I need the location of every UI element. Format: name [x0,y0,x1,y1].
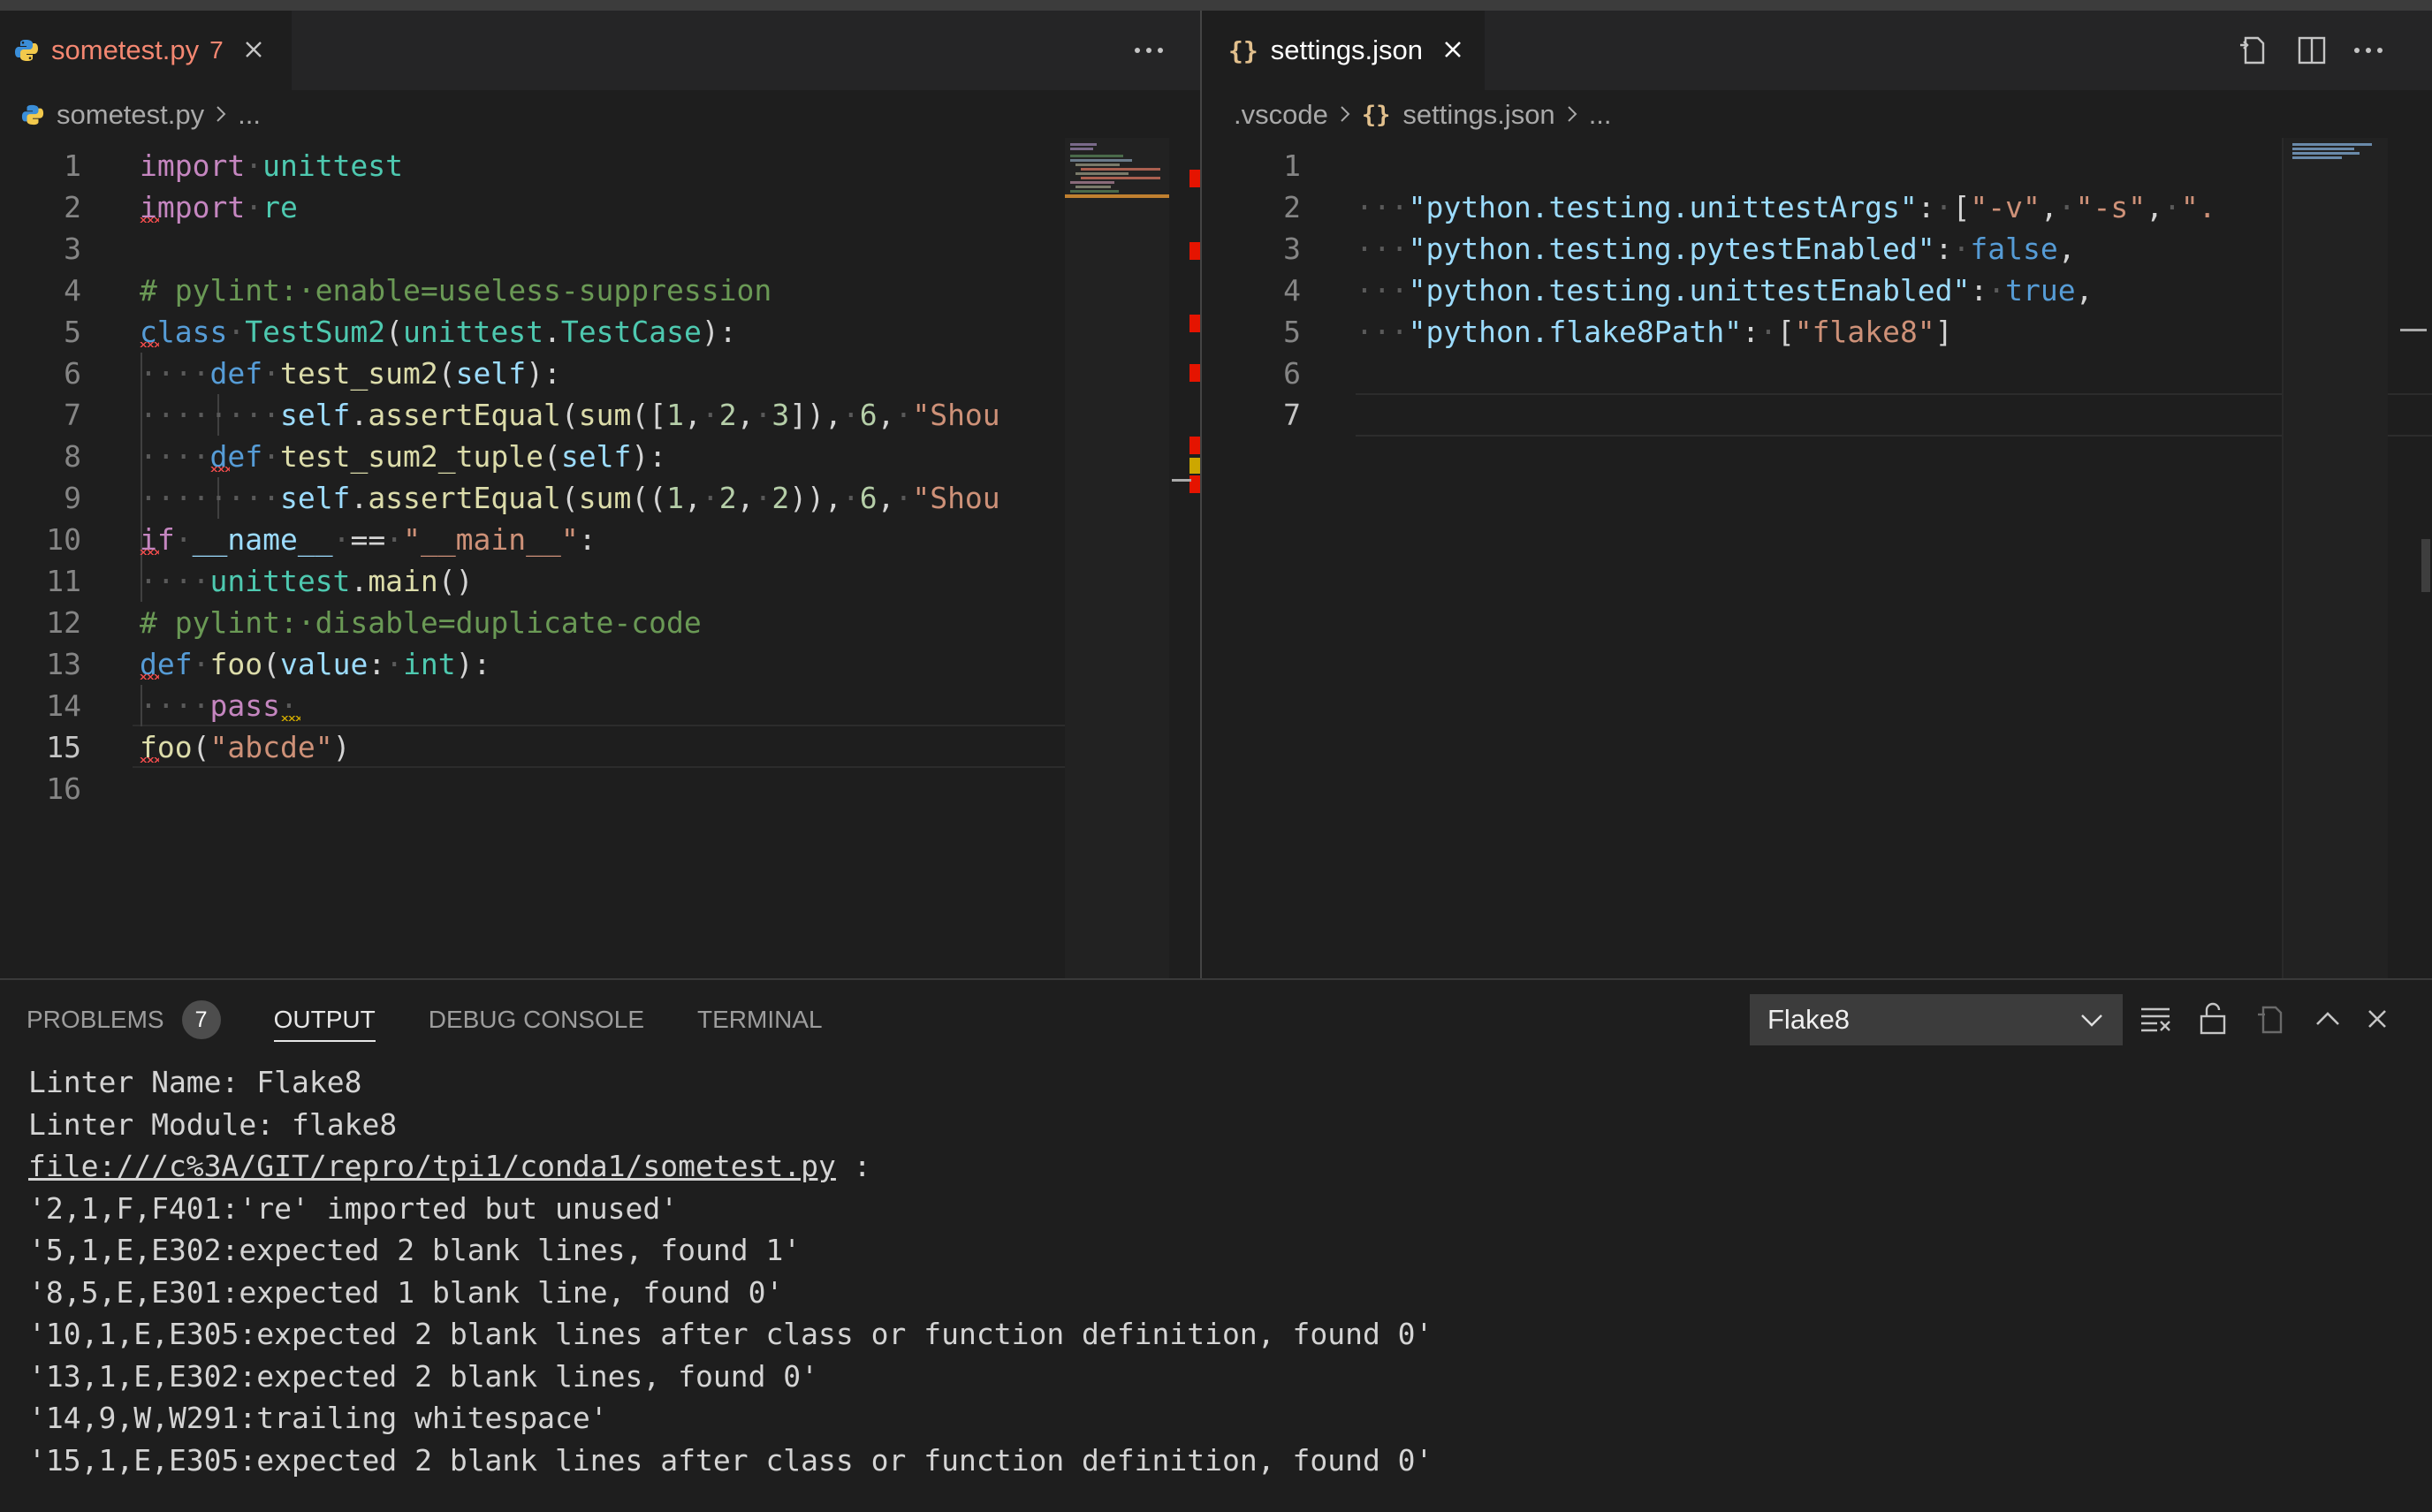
cursor-ruler-mark [1172,479,1191,482]
error-marker [1189,242,1200,260]
tab-problem-count: 7 [209,36,224,64]
output-line: '2,1,F,F401:'re' imported but unused' [28,1190,679,1226]
output-line: '8,5,E,E301:expected 1 blank line, found… [28,1274,784,1310]
breadcrumb-file[interactable]: settings.json [1402,99,1554,131]
error-marker [1189,364,1200,382]
chevron-right-icon [1339,99,1351,131]
output-log[interactable]: Linter Name: Flake8 Linter Module: flake… [28,1061,1433,1481]
cursor-ruler-mark [2400,329,2427,331]
current-line-highlight [1356,393,2432,437]
output-line: file:///c%3A/GIT/repro/tpi1/conda1/somet… [28,1149,871,1183]
output-line: '5,1,E,E302:expected 2 blank lines, foun… [28,1233,802,1267]
error-squiggle [140,342,159,347]
overview-ruler[interactable] [1189,138,1200,978]
output-line: '10,1,E,E305:expected 2 blank lines afte… [28,1317,1433,1351]
file-link[interactable]: file:///c%3A/GIT/repro/tpi1/conda1/somet… [28,1149,836,1183]
editor-group-left: sometest.py 7 sometest.py ... 1 import·un… [0,11,1200,978]
python-icon [21,103,44,126]
error-squiggle [210,467,230,472]
more-actions-icon[interactable] [1129,30,1169,71]
maximize-panel-icon[interactable] [2307,998,2349,1040]
error-squiggle [140,674,159,680]
open-log-file-icon[interactable] [2250,998,2292,1040]
open-changes-icon[interactable] [2234,30,2275,71]
minimap[interactable] [1065,138,1169,978]
close-icon[interactable] [1442,35,1463,65]
breadcrumb: sometest.py ... [0,92,1200,138]
breadcrumb-folder[interactable]: .vscode [1234,99,1328,131]
minimap[interactable] [2284,138,2388,978]
chevron-right-icon [215,99,227,131]
warning-marker [1189,458,1200,474]
tab-problems[interactable]: PROBLEMS 7 [27,980,221,1060]
error-marker [1189,437,1200,454]
tab-filename: sometest.py [51,34,200,65]
close-icon[interactable] [243,35,264,65]
error-marker [1189,475,1200,493]
tab-filename: settings.json [1270,34,1424,65]
error-squiggle [140,550,159,555]
chevron-down-icon [2077,1005,2107,1042]
tab-settings-json[interactable]: {} settings.json [1202,11,1485,90]
panel-tabs: PROBLEMS 7 OUTPUT DEBUG CONSOLE TERMINAL [0,980,849,1060]
output-line: Linter Module: flake8 [28,1106,398,1142]
tab-bar: {} settings.json [1202,11,2432,90]
chevron-right-icon [1566,99,1578,131]
json-braces-icon: {} [1228,35,1258,65]
output-line: '13,1,E,E302:expected 2 blank lines, fou… [28,1358,819,1394]
clear-output-icon[interactable] [2135,998,2177,1040]
output-line: '14,9,W,W291:trailing whitespace' [28,1401,608,1435]
error-marker [1189,170,1200,187]
lock-scroll-icon[interactable] [2192,998,2234,1040]
output-channel-select[interactable]: Flake8 [1750,994,2123,1045]
error-marker [1189,315,1200,332]
close-panel-icon[interactable] [2356,998,2398,1040]
tab-terminal[interactable]: TERMINAL [697,980,823,1060]
breadcrumb-rest[interactable]: ... [238,99,261,131]
tab-output[interactable]: OUTPUT [273,980,376,1060]
tab-bar: sometest.py 7 [0,11,1200,90]
split-editor-icon[interactable] [2291,30,2332,71]
scrollbar-thumb[interactable] [2421,539,2430,592]
output-line: Linter Name: Flake8 [28,1065,362,1099]
output-scrollbar[interactable] [2405,1060,2432,1512]
problems-count-badge: 7 [181,1000,221,1039]
more-actions-icon[interactable] [2348,30,2389,71]
vertical-scrollbar[interactable] [2390,138,2432,978]
breadcrumb: .vscode {} settings.json ... [1202,92,2432,138]
breadcrumb-rest[interactable]: ... [1589,99,1612,131]
python-icon [14,38,39,63]
breadcrumb-file[interactable]: sometest.py [57,99,204,131]
bottom-panel: PROBLEMS 7 OUTPUT DEBUG CONSOLE TERMINAL… [0,978,2432,1512]
warning-squiggle [281,716,300,721]
output-line: '15,1,E,E305:expected 2 blank lines afte… [28,1442,1433,1478]
error-squiggle [140,217,159,223]
error-squiggle [140,757,159,763]
title-bar-strip [0,0,2432,11]
json-braces-icon: {} [1361,101,1391,129]
tab-debug-console[interactable]: DEBUG CONSOLE [429,980,644,1060]
editor-group-right: {} settings.json .vscode {} settings.jso… [1202,11,2432,978]
tab-sometest-py[interactable]: sometest.py 7 [0,11,292,90]
